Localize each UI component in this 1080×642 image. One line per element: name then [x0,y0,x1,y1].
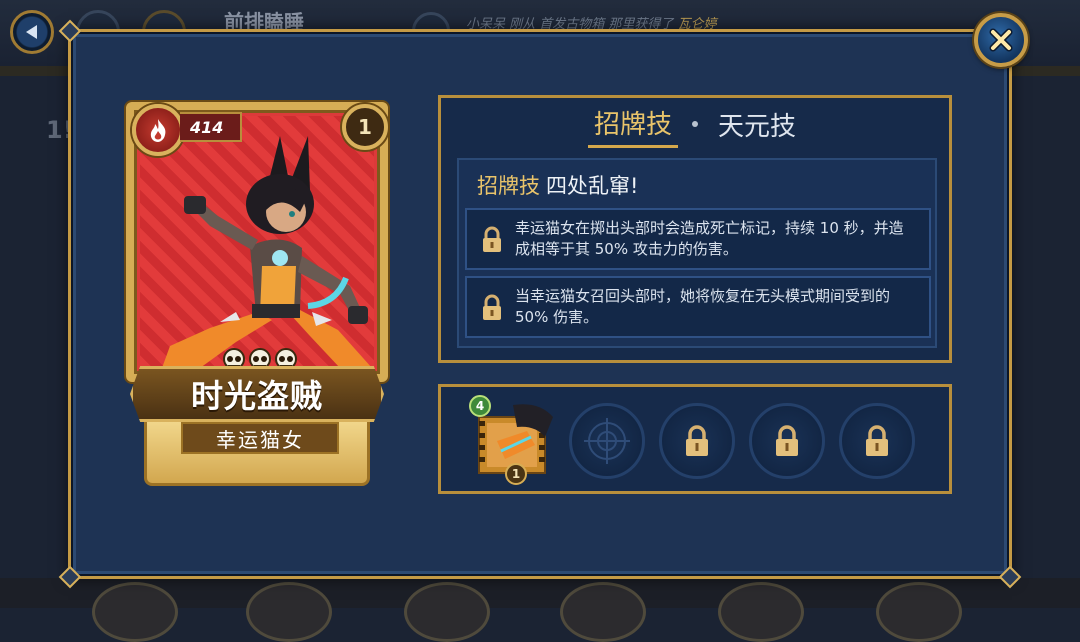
lock-icon [483,294,501,320]
tab-signature-ability[interactable]: 招牌技 [587,100,678,148]
character-name: 幸运猫女 [181,422,339,454]
bottom-character-slot[interactable] [246,582,332,642]
empty-slot[interactable] [569,403,645,479]
skill-effect-text: 当幸运猫女召回头部时，她将恢复在无头模式期间受到的 50% 伤害。 [515,287,891,326]
bottom-character-slot[interactable] [404,582,490,642]
variant-title: 时光盗贼 [130,366,384,422]
skill-heading: 招牌技 四处乱窜! [477,170,638,200]
level-badge: 1 [342,104,388,150]
lock-icon [866,425,888,456]
close-icon [989,28,1013,52]
character-portrait-image [162,136,372,368]
gear-level-badge: 4 [469,395,491,417]
power-value: 414 [180,112,242,142]
skill-kind: 招牌技 [477,174,540,198]
character-card[interactable]: 414 1 幸运猫女 时光盗贼 [126,102,388,490]
bottom-character-slot[interactable] [876,582,962,642]
lock-icon [686,425,708,456]
skill-slots-panel: 4 1 [438,384,952,494]
element-badge [132,104,184,156]
lock-icon [483,226,501,252]
tab-separator-dot [692,121,698,127]
skill-panel: 招牌技 天元技 招牌技 四处乱窜! 幸运猫女在掷出头部时会造成死亡标记，持续 10… [438,95,952,363]
skill-effect-row: 当幸运猫女召回头部时，她将恢复在无头模式期间受到的 50% 伤害。 [465,276,931,338]
skill-tabs: 招牌技 天元技 [441,98,949,150]
skill-effect-row: 幸运猫女在掷出头部时会造成死亡标记，持续 10 秒，并造成相等于其 50% 攻击… [465,208,931,270]
tab-marquee-ability[interactable]: 天元技 [712,100,802,148]
bottom-character-slot[interactable] [560,582,646,642]
fire-icon [150,119,166,142]
back-button[interactable] [10,10,54,54]
locked-slot[interactable] [659,403,735,479]
equipped-count-badge: 1 [505,463,527,485]
locked-slot[interactable] [839,403,915,479]
skill-effect-text: 幸运猫女在掷出头部时会造成死亡标记，持续 10 秒，并造成相等于其 50% 攻击… [515,219,904,258]
back-arrow-icon [26,25,37,39]
crosshair-icon [584,418,630,464]
bottom-character-slot[interactable] [92,582,178,642]
skill-description-box: 招牌技 四处乱窜! 幸运猫女在掷出头部时会造成死亡标记，持续 10 秒，并造成相等… [457,158,937,348]
lock-icon [776,425,798,456]
close-button[interactable] [974,13,1028,67]
skill-name: 四处乱窜! [546,174,639,198]
character-art [140,116,374,368]
locked-slot[interactable] [749,403,825,479]
bottom-character-slot[interactable] [718,582,804,642]
card-base: 幸运猫女 [144,418,370,486]
